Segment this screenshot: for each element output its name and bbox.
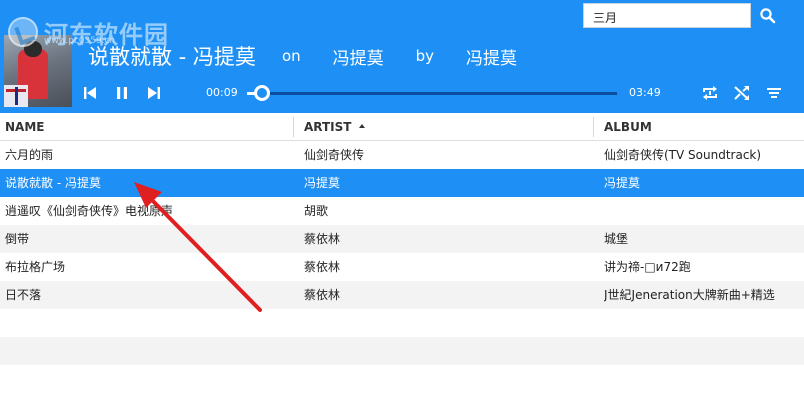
search-input[interactable]: 三月 (583, 3, 751, 28)
cell-name: 逍遥叹《仙剑奇侠传》电视原声 (5, 204, 174, 218)
cell-name: 六月的雨 (5, 148, 54, 162)
empty-row (0, 337, 804, 365)
column-header-artist[interactable]: ARTIST (304, 113, 366, 141)
watermark-logo-icon (8, 17, 38, 47)
empty-row (0, 309, 804, 337)
cell-album: 讲为禘-□и72跑 (604, 260, 691, 274)
cell-album (604, 197, 802, 225)
on-label: on (281, 47, 301, 65)
progress-handle[interactable] (254, 85, 270, 101)
pause-icon[interactable] (113, 84, 131, 102)
previous-track-icon[interactable] (81, 84, 99, 102)
table-row[interactable]: 六月的雨 仙剑奇侠传 仙剑奇侠传(TV Soundtrack) (0, 141, 804, 169)
column-divider[interactable] (293, 117, 294, 137)
table-row[interactable]: 布拉格广场 蔡依林 讲为禘-□и72跑 (0, 253, 804, 281)
cell-artist: 蔡依林 (304, 260, 341, 274)
artist-link[interactable]: 冯提莫 (466, 44, 517, 69)
cell-name: 布拉格广场 (5, 260, 66, 274)
cell-name: 倒带 (5, 232, 30, 246)
column-divider[interactable] (593, 117, 594, 137)
table-row-selected[interactable]: 说散就散 - 冯提莫 冯提莫 冯提莫 (0, 169, 804, 197)
cell-artist: 仙剑奇侠传 (304, 148, 365, 162)
next-track-icon[interactable] (145, 84, 163, 102)
total-time: 03:49 (629, 86, 661, 99)
playback-controls: 00:09 03:49 (0, 80, 804, 108)
cell-artist: 胡歌 (304, 204, 329, 218)
player-header: 河东软件园 www.pc0359.cn 说散就散 - 冯提莫 on 冯提莫 by… (0, 0, 804, 113)
table-row[interactable]: 日不落 蔡依林 J世紀Jeneration大牌新曲+精选 (0, 281, 804, 309)
queue-menu-icon[interactable] (765, 84, 783, 102)
elapsed-time: 00:09 (206, 86, 238, 99)
table-row[interactable]: 逍遥叹《仙剑奇侠传》电视原声 胡歌 (0, 197, 804, 225)
column-header-name[interactable]: NAME (5, 113, 44, 141)
now-playing-info: 说散就散 - 冯提莫 on 冯提莫 by 冯提莫 (88, 40, 549, 72)
album-link[interactable]: 冯提莫 (333, 44, 384, 69)
cell-artist: 冯提莫 (304, 176, 341, 190)
cell-artist: 蔡依林 (304, 288, 341, 302)
cell-name: 说散就散 - 冯提莫 (5, 176, 101, 190)
progress-slider[interactable] (247, 92, 617, 95)
song-title: 说散就散 - 冯提莫 (88, 45, 256, 69)
shuffle-icon[interactable] (733, 84, 751, 102)
cell-album: 仙剑奇侠传(TV Soundtrack) (604, 148, 762, 162)
song-table: NAME ARTIST ALBUM 六月的雨 仙剑奇侠传 仙剑奇侠传(TV So… (0, 113, 804, 365)
table-header: NAME ARTIST ALBUM (0, 113, 804, 141)
search-icon[interactable] (759, 7, 777, 25)
column-header-album[interactable]: ALBUM (604, 113, 652, 141)
sort-ascending-icon (359, 123, 366, 128)
cell-album: J世紀Jeneration大牌新曲+精选 (604, 288, 775, 302)
by-label: by (415, 47, 435, 65)
table-row[interactable]: 倒带 蔡依林 城堡 (0, 225, 804, 253)
cell-artist: 蔡依林 (304, 232, 341, 246)
cell-album: 城堡 (604, 232, 629, 246)
cell-name: 日不落 (5, 288, 42, 302)
cell-album: 冯提莫 (604, 176, 641, 190)
repeat-icon[interactable] (701, 84, 719, 102)
